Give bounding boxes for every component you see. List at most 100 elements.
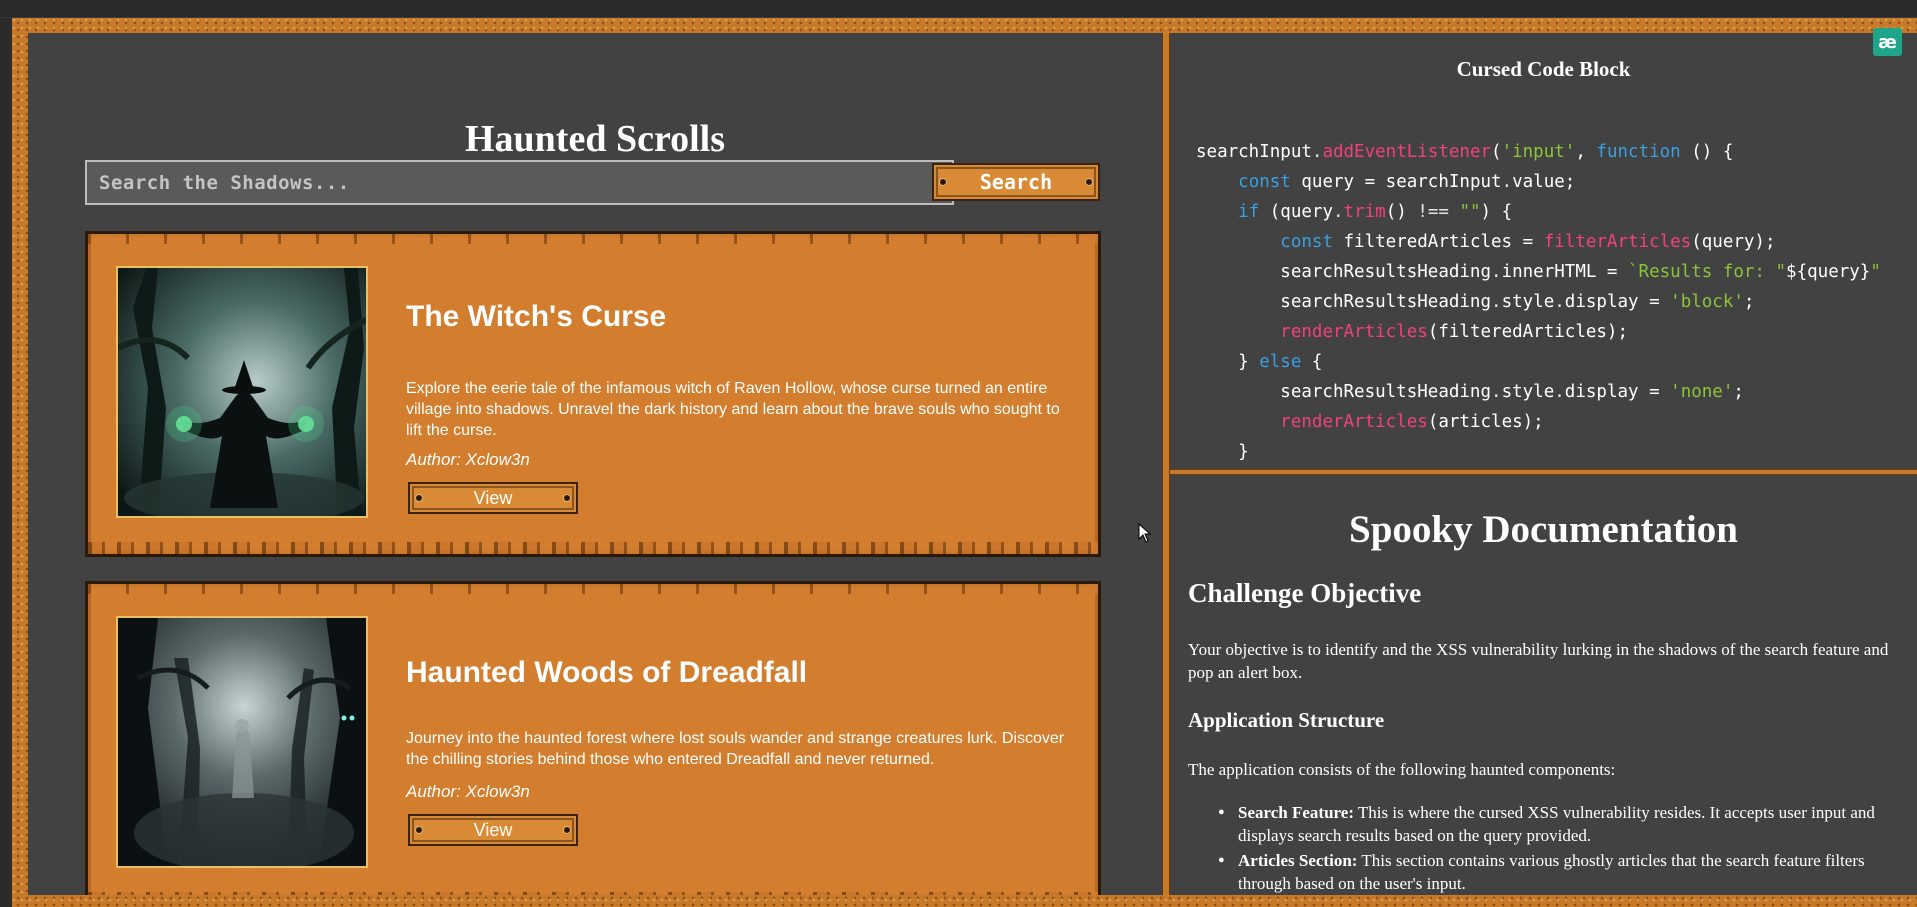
code-token: }: [1196, 442, 1249, 462]
articles-pane: Haunted Scrolls Search the Shadows... Se…: [28, 33, 1162, 895]
code-token: display =: [1564, 292, 1671, 312]
code-token: 'block': [1670, 292, 1744, 312]
component-list: Search Feature: This is where the cursed…: [1218, 801, 1908, 895]
view-button[interactable]: View: [408, 482, 578, 514]
code-token: ${query}: [1786, 262, 1871, 282]
code-line: renderArticles(filteredArticles);: [1196, 317, 1881, 347]
code-token: ;: [1743, 292, 1755, 312]
code-token: (): [1385, 202, 1418, 222]
code-line: }: [1196, 437, 1881, 467]
article-card: The Witch's Curse Explore the eerie tale…: [85, 231, 1101, 557]
code-token: const: [1238, 172, 1291, 192]
article-card: Haunted Woods of Dreadfall Journey into …: [85, 581, 1101, 895]
list-item: Articles Section: This section contains …: [1218, 849, 1908, 895]
code-token: function: [1596, 142, 1681, 162]
view-button[interactable]: View: [408, 814, 578, 846]
view-button-label: View: [473, 487, 513, 508]
code-token: .: [1554, 382, 1565, 402]
list-item-term: Articles Section:: [1238, 851, 1358, 870]
code-token: .: [1491, 382, 1502, 402]
code-token: {: [1301, 352, 1323, 372]
list-item: Search Feature: This is where the cursed…: [1218, 801, 1908, 847]
code-token: }: [1196, 352, 1260, 372]
structure-heading: Application Structure: [1188, 708, 1385, 732]
rivet-icon: [563, 826, 571, 834]
code-token: filterArticles: [1543, 232, 1692, 252]
code-line: const filteredArticles = filterArticles(…: [1196, 227, 1881, 257]
mouse-cursor-icon: [1138, 523, 1152, 543]
code-token: renderArticles: [1280, 412, 1428, 432]
code-token: (query: [1259, 202, 1333, 222]
article-description: Journey into the haunted forest where lo…: [406, 730, 1065, 768]
documentation-title: Spooky Documentation: [1349, 508, 1738, 551]
article-author: Author: Xclow3n: [406, 782, 530, 801]
code-line: searchResultsHeading.style.display = 'bl…: [1196, 287, 1881, 317]
article-title: Haunted Woods of Dreadfall: [406, 656, 808, 689]
extension-icon[interactable]: æ: [1873, 28, 1902, 56]
code-line: searchResultsHeading.style.display = 'no…: [1196, 377, 1881, 407]
rivet-icon: [1085, 178, 1093, 186]
code-token: ,: [1575, 142, 1597, 162]
code-line: } else {: [1196, 347, 1881, 377]
search-button[interactable]: Search: [932, 163, 1100, 201]
browser-top-strip: [0, 0, 1917, 18]
code-token: searchResultsHeading: [1196, 262, 1492, 282]
rivet-icon: [563, 494, 571, 502]
site-title: Haunted Scrolls: [464, 118, 726, 160]
code-block: searchInput.addEventListener('input', fu…: [1196, 137, 1881, 467]
pane-divider[interactable]: [1162, 33, 1170, 895]
code-token: ": [1870, 262, 1881, 282]
code-token: searchResultsHeading: [1196, 382, 1492, 402]
code-token: !==: [1417, 202, 1449, 222]
code-line: if (query.trim() !== "") {: [1196, 197, 1881, 227]
code-line: searchInput.addEventListener('input', fu…: [1196, 137, 1881, 167]
code-token: (query);: [1691, 232, 1776, 252]
search-button-label: Search: [979, 170, 1053, 194]
code-token: else: [1259, 352, 1302, 372]
documentation-pane: Spooky Documentation Challenge Objective…: [1170, 475, 1917, 895]
code-token: (: [1491, 142, 1502, 162]
view-button-label: View: [473, 819, 513, 840]
code-token: `Results for: ": [1628, 262, 1787, 282]
code-token: () {: [1680, 142, 1734, 162]
code-token: innerHTML =: [1501, 262, 1628, 282]
code-token: ) {: [1480, 202, 1513, 222]
code-token: .: [1554, 292, 1565, 312]
code-token: filteredArticles =: [1332, 232, 1544, 252]
code-token: addEventListener: [1322, 142, 1492, 162]
code-token: 'none': [1670, 382, 1734, 402]
witch-image: [116, 266, 368, 518]
code-panel-title: Cursed Code Block: [1456, 57, 1631, 81]
code-token: 'input': [1501, 142, 1576, 162]
code-token: if: [1238, 202, 1260, 222]
rivet-icon: [939, 178, 947, 186]
code-token: trim: [1343, 202, 1386, 222]
rivet-icon: [415, 826, 423, 834]
structure-intro: The application consists of the followin…: [1188, 760, 1616, 779]
article-author: Author: Xclow3n: [406, 450, 530, 469]
code-token: display =: [1564, 382, 1671, 402]
code-token: (articles);: [1427, 412, 1544, 432]
article-description: Explore the eerie tale of the infamous w…: [406, 380, 1060, 439]
code-token: const: [1280, 232, 1333, 252]
code-line: const query = searchInput.value;: [1196, 167, 1881, 197]
objective-text: Your objective is to identify and the XS…: [1188, 640, 1889, 682]
code-token: .: [1333, 202, 1344, 222]
objective-heading: Challenge Objective: [1188, 578, 1422, 608]
haunted-woods-image: [116, 616, 368, 868]
code-token: .: [1311, 142, 1323, 162]
search-input[interactable]: [85, 160, 954, 205]
code-token: (filteredArticles);: [1427, 322, 1628, 342]
code-line: renderArticles(articles);: [1196, 407, 1881, 437]
rivet-icon: [415, 494, 423, 502]
code-token: searchResultsHeading: [1196, 292, 1492, 312]
code-token: ;: [1733, 382, 1744, 402]
code-token: query = searchInput: [1290, 172, 1502, 192]
code-pane: Cursed Code Block searchInput.addEventLi…: [1170, 33, 1917, 469]
code-token: style: [1501, 292, 1555, 312]
